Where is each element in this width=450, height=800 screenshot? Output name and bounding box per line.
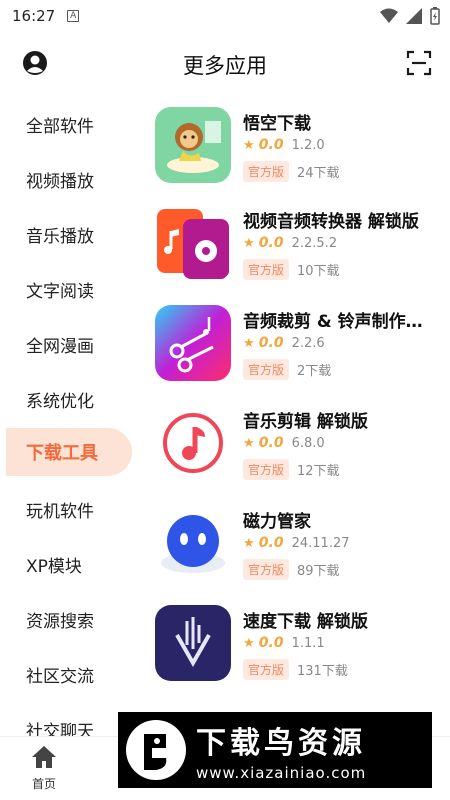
app-rating: 0.0 — [258, 535, 284, 551]
star-icon: ★ — [243, 236, 255, 251]
app-version: 1.2.0 — [291, 137, 325, 153]
sidebar-item-phone-tools[interactable]: 玩机软件 — [6, 485, 132, 533]
app-meta: ★ 0.0 6.8.0 — [243, 435, 325, 451]
app-name: 悟空下载 — [243, 114, 311, 134]
app-downloads: 24下载 — [297, 166, 340, 181]
watermark-title: 下载鸟资源 — [196, 726, 366, 761]
app-downloads: 131下载 — [297, 664, 348, 679]
official-badge: 官方版 — [243, 359, 290, 380]
sidebar-item-music-playback[interactable]: 音乐播放 — [6, 210, 132, 258]
app-version: 2.2.6 — [291, 335, 325, 351]
app-list-item[interactable]: 速度下载 解锁版 ★ 0.0 1.1.1 官方版 131下载 — [155, 605, 445, 691]
star-icon: ★ — [243, 636, 255, 651]
status-bar: 16:27 A — [0, 0, 450, 32]
wifi-icon — [380, 8, 398, 23]
status-icons — [380, 7, 440, 25]
status-time: 16:27 — [12, 7, 56, 25]
app-tags: 官方版 10下载 — [243, 259, 340, 280]
official-badge: 官方版 — [243, 259, 290, 280]
app-rating: 0.0 — [258, 137, 284, 153]
sidebar-item-download-tools[interactable]: 下载工具 — [6, 428, 132, 476]
star-icon: ★ — [243, 436, 255, 451]
app-list-item[interactable]: 视频音频转换器 解锁版 ★ 0.0 2.2.5.2 官方版 10下载 — [155, 205, 445, 291]
app-tags: 官方版 131下载 — [243, 659, 348, 680]
sidebar-item-resource-search[interactable]: 资源搜索 — [6, 595, 132, 643]
official-badge: 官方版 — [243, 659, 290, 680]
app-meta: ★ 0.0 1.2.0 — [243, 137, 325, 153]
star-icon: ★ — [243, 536, 255, 551]
signal-icon — [406, 8, 422, 24]
scissors-music-icon — [155, 305, 231, 381]
home-label: 首页 — [31, 777, 56, 791]
app-meta: ★ 0.0 2.2.5.2 — [243, 235, 337, 251]
watermark-text: 下载鸟资源 www.xiazainiao.com — [196, 718, 366, 782]
watermark-banner: 下载鸟资源 www.xiazainiao.com — [118, 712, 432, 788]
sidebar-item-comics[interactable]: 全网漫画 — [6, 320, 132, 368]
official-badge: 官方版 — [243, 559, 290, 580]
app-downloads: 2下载 — [297, 364, 332, 379]
sidebar-item-xp-modules[interactable]: XP模块 — [6, 540, 132, 588]
category-sidebar: 全部软件 视频播放 音乐播放 文字阅读 全网漫画 系统优化 下载工具 玩机软件 … — [0, 96, 140, 736]
sidebar-item-community[interactable]: 社区交流 — [6, 650, 132, 698]
home-tab[interactable]: 首页 — [14, 745, 74, 792]
home-icon — [32, 746, 56, 768]
app-version: 1.1.1 — [291, 635, 325, 651]
app-rating: 0.0 — [258, 335, 284, 351]
scan-icon[interactable] — [406, 50, 432, 76]
notification-a-icon: A — [67, 10, 80, 22]
app-rating: 0.0 — [258, 235, 284, 251]
app-list-item[interactable]: 磁力管家 ★ 0.0 24.11.27 官方版 89下载 — [155, 505, 445, 591]
app-downloads: 89下载 — [297, 564, 340, 579]
app-downloads: 12下载 — [297, 464, 340, 479]
sound-download-icon — [155, 605, 231, 681]
app-tags: 官方版 2下载 — [243, 359, 331, 380]
bird-logo-icon — [126, 720, 186, 780]
app-name: 视频音频转换器 解锁版 — [243, 212, 419, 232]
app-list-item[interactable]: 音乐剪辑 解锁版 ★ 0.0 6.8.0 官方版 12下载 — [155, 405, 445, 491]
sidebar-item-text-reading[interactable]: 文字阅读 — [6, 265, 132, 313]
app-meta: ★ 0.0 1.1.1 — [243, 635, 325, 651]
sidebar-item-social-chat[interactable]: 社交聊天 — [6, 705, 132, 737]
app-meta: ★ 0.0 2.2.6 — [243, 335, 325, 351]
app-name: 音乐剪辑 解锁版 — [243, 412, 368, 432]
header: 更多应用 — [0, 40, 450, 86]
watermark-url: www.xiazainiao.com — [196, 764, 367, 782]
app-name: 速度下载 解锁版 — [243, 612, 368, 632]
monkey-cloud-icon — [155, 107, 231, 183]
official-badge: 官方版 — [243, 459, 290, 480]
music-note-circle-icon — [155, 405, 231, 481]
sidebar-item-system-optimize[interactable]: 系统优化 — [6, 375, 132, 423]
app-tags: 官方版 12下载 — [243, 459, 340, 480]
app-list-item[interactable]: 悟空下载 ★ 0.0 1.2.0 官方版 24下载 — [155, 107, 445, 193]
app-name: 音频裁剪 & 铃声制作… — [243, 312, 423, 332]
robot-face-icon — [155, 505, 231, 581]
app-rating: 0.0 — [258, 435, 284, 451]
app-name: 磁力管家 — [243, 512, 311, 532]
app-version: 2.2.5.2 — [291, 235, 338, 251]
star-icon: ★ — [243, 138, 255, 153]
app-tags: 官方版 89下载 — [243, 559, 340, 580]
app-list-item[interactable]: 音频裁剪 & 铃声制作… ★ 0.0 2.2.6 官方版 2下载 — [155, 305, 445, 391]
battery-icon — [430, 7, 440, 25]
app-version: 24.11.27 — [291, 535, 350, 551]
official-badge: 官方版 — [243, 161, 290, 182]
app-downloads: 10下载 — [297, 264, 340, 279]
sidebar-item-all-software[interactable]: 全部软件 — [6, 100, 132, 148]
app-tags: 官方版 24下载 — [243, 161, 340, 182]
video-audio-convert-icon — [155, 205, 231, 281]
sidebar-item-video-playback[interactable]: 视频播放 — [6, 155, 132, 203]
app-version: 6.8.0 — [291, 435, 325, 451]
app-rating: 0.0 — [258, 635, 284, 651]
star-icon: ★ — [243, 336, 255, 351]
page-title: 更多应用 — [183, 54, 267, 78]
app-meta: ★ 0.0 24.11.27 — [243, 535, 350, 551]
